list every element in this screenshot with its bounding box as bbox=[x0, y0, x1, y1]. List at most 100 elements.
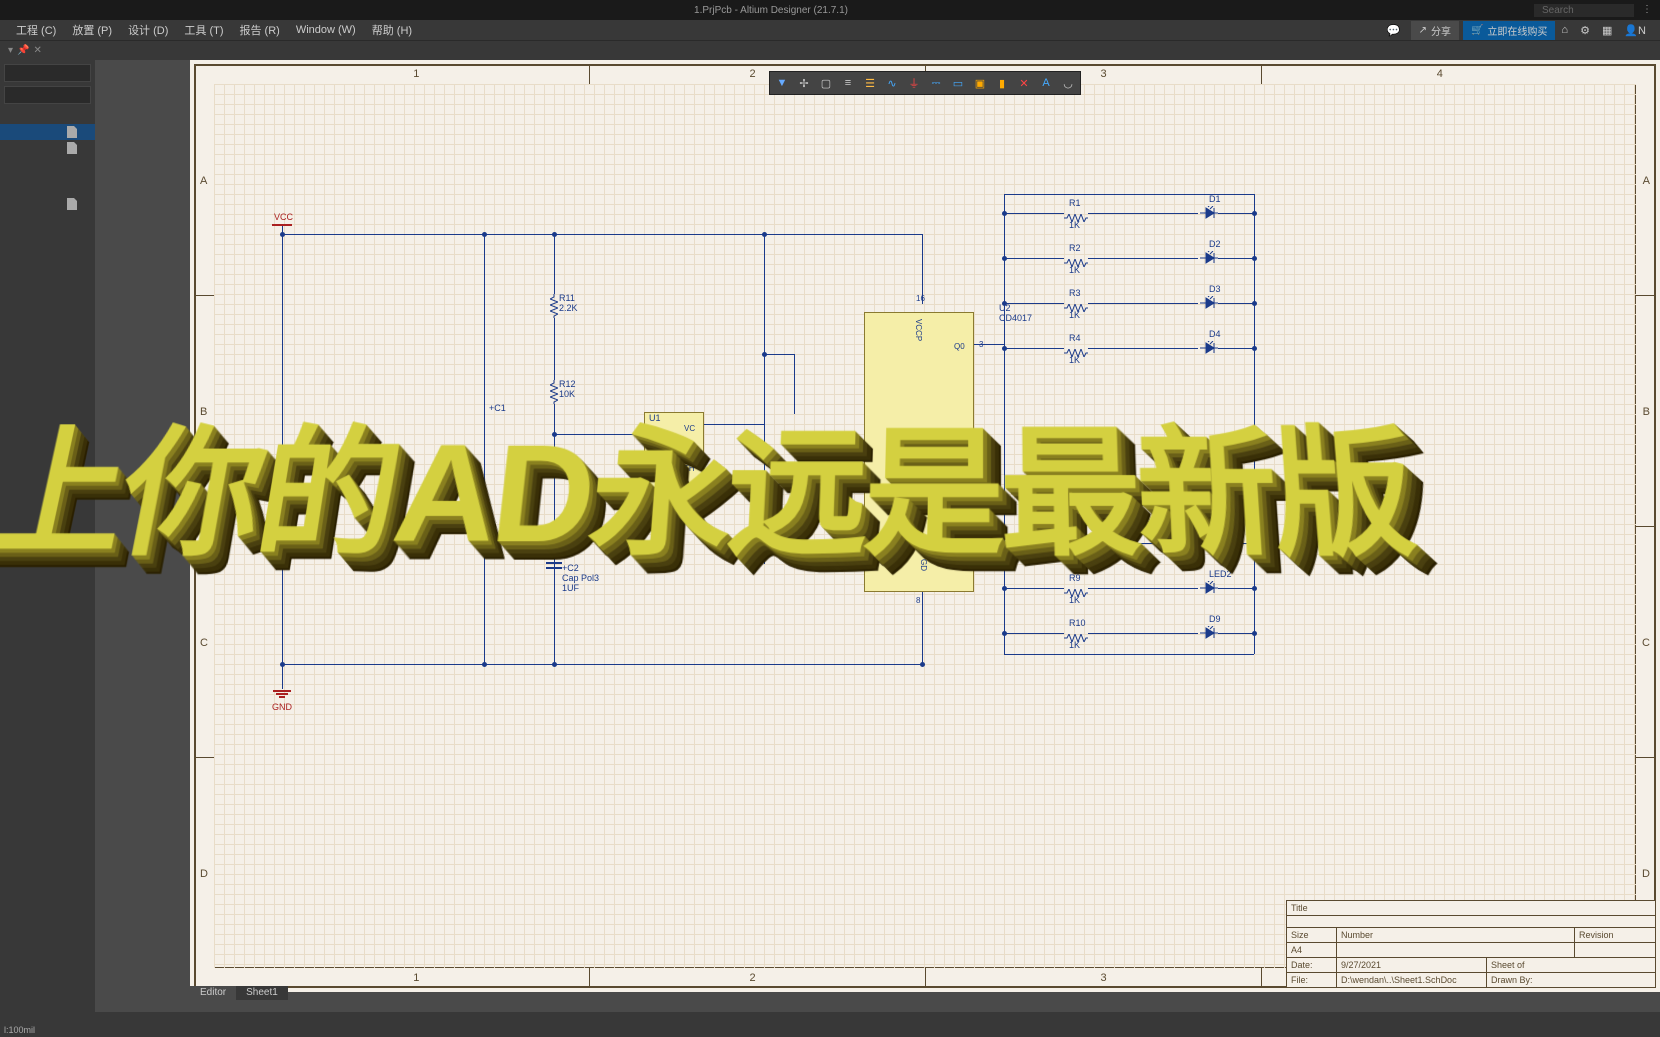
sheet-tab[interactable]: Sheet1 bbox=[236, 986, 288, 1000]
title-bar: 1.PrjPcb - Altium Designer (21.7.1) Sear… bbox=[0, 0, 1660, 20]
r-label: R4 bbox=[1069, 334, 1081, 344]
r12-label: R1210K bbox=[559, 380, 576, 400]
c1-label: +C1 bbox=[489, 404, 506, 414]
dropdown-icon[interactable]: ⋮ bbox=[1642, 4, 1652, 17]
resistor[interactable] bbox=[1064, 299, 1088, 307]
r-value-extra: 1K bbox=[1069, 509, 1080, 519]
coord-bot: 1 bbox=[413, 972, 419, 984]
led-label: D9 bbox=[1209, 615, 1221, 625]
list-icon[interactable]: ☰ bbox=[860, 74, 880, 92]
close-panel-icon[interactable]: ✕ bbox=[33, 45, 41, 56]
arc-icon[interactable]: ◡ bbox=[1058, 74, 1078, 92]
r11[interactable] bbox=[550, 294, 558, 318]
filter-icon[interactable]: ▼ bbox=[772, 74, 792, 92]
part-icon[interactable]: ▣ bbox=[970, 74, 990, 92]
coord-bot: 3 bbox=[1100, 972, 1106, 984]
coord-left: A bbox=[200, 175, 207, 187]
resistor[interactable] bbox=[1064, 209, 1088, 217]
r-value: 1K bbox=[1069, 551, 1080, 561]
coord-top: 2 bbox=[750, 68, 756, 80]
grid-icon[interactable]: ▦ bbox=[1596, 22, 1618, 39]
coord-right: A bbox=[1643, 175, 1650, 187]
r-value: 1K bbox=[1069, 311, 1080, 321]
r12[interactable] bbox=[550, 380, 558, 404]
schematic-sheet[interactable]: 1 2 3 4 1 2 3 4 A B C D A B C D bbox=[190, 60, 1660, 992]
pin-icon[interactable]: 📌 bbox=[17, 45, 29, 56]
r13[interactable] bbox=[605, 480, 613, 504]
menu-place[interactable]: 放置 (P) bbox=[64, 20, 120, 40]
home-icon[interactable]: ⌂ bbox=[1555, 22, 1574, 38]
tree-item[interactable] bbox=[0, 140, 95, 156]
coord-top: 4 bbox=[1437, 68, 1443, 80]
project-search-input[interactable] bbox=[4, 64, 91, 82]
status-bar: l:100mil bbox=[0, 1025, 1660, 1037]
u2-body[interactable] bbox=[864, 312, 974, 592]
menu-tools[interactable]: 工具 (T) bbox=[176, 20, 231, 40]
r-label: R9 bbox=[1069, 574, 1081, 584]
share-button[interactable]: ↗分享 bbox=[1411, 21, 1459, 40]
wire-icon[interactable]: ∿ bbox=[882, 74, 902, 92]
vcc-label: VCC bbox=[274, 212, 293, 222]
led-label: D8 bbox=[1209, 525, 1221, 535]
harness-icon[interactable]: ▮ bbox=[992, 74, 1012, 92]
led-label: D4 bbox=[1209, 330, 1221, 340]
led[interactable] bbox=[1198, 206, 1218, 220]
buy-button[interactable]: 🛒立即在线购买 bbox=[1463, 21, 1555, 40]
coord-left: C bbox=[200, 637, 208, 649]
tree-item[interactable] bbox=[0, 196, 95, 212]
editor-tabs: Editor Sheet1 bbox=[190, 986, 288, 1000]
led[interactable] bbox=[1198, 581, 1218, 595]
cursor-position: l:100mil bbox=[4, 1025, 35, 1037]
project-filter-input[interactable] bbox=[4, 86, 91, 104]
search-input[interactable]: Search bbox=[1534, 4, 1634, 17]
gnd-rail bbox=[282, 664, 922, 665]
led-label: D1 bbox=[1209, 195, 1221, 205]
c2-label: +C2Cap Pol31UF bbox=[562, 564, 599, 594]
move-icon[interactable]: ✢ bbox=[794, 74, 814, 92]
r-value: 1K bbox=[1069, 356, 1080, 366]
r-label: R8 bbox=[1069, 529, 1081, 539]
gnd-label: GND bbox=[272, 702, 292, 712]
menu-help[interactable]: 帮助 (H) bbox=[364, 20, 420, 40]
schematic-canvas[interactable]: VCC R112.2K R1210K +C1 R13 bbox=[214, 84, 1636, 968]
resistor[interactable] bbox=[1064, 254, 1088, 262]
noerc-icon[interactable]: ✕ bbox=[1014, 74, 1034, 92]
editor-tab[interactable]: Editor bbox=[190, 986, 236, 1000]
canvas-area: 1 2 3 4 1 2 3 4 A B C D A B C D bbox=[95, 60, 1660, 1012]
menu-report[interactable]: 报告 (R) bbox=[232, 20, 288, 40]
gear-icon[interactable]: ⚙ bbox=[1574, 22, 1596, 39]
text-icon[interactable]: A bbox=[1036, 74, 1056, 92]
coord-right: B bbox=[1643, 406, 1650, 418]
port-icon[interactable]: ▭ bbox=[948, 74, 968, 92]
menu-project[interactable]: 工程 (C) bbox=[8, 20, 64, 40]
menu-window[interactable]: Window (W) bbox=[288, 22, 364, 38]
r-value: 1K bbox=[1069, 596, 1080, 606]
tree-item-active[interactable] bbox=[0, 124, 95, 140]
led[interactable] bbox=[1198, 536, 1218, 550]
menu-design[interactable]: 设计 (D) bbox=[120, 20, 176, 40]
tab-dropdown-icon[interactable]: ▾ bbox=[8, 45, 13, 56]
user-icon[interactable]: 👤N bbox=[1618, 22, 1652, 39]
chat-icon[interactable]: 💬 bbox=[1381, 22, 1407, 39]
app-title: 1.PrjPcb - Altium Designer (21.7.1) bbox=[8, 5, 1534, 16]
led[interactable] bbox=[1198, 341, 1218, 355]
led[interactable] bbox=[1198, 296, 1218, 310]
rect-icon[interactable]: ▢ bbox=[816, 74, 836, 92]
r13-label: R13 bbox=[614, 480, 631, 490]
led-label: D2 bbox=[1209, 240, 1221, 250]
coord-bot: 2 bbox=[750, 972, 756, 984]
title-block: Title Size Number Revision A4 Date: 9/27… bbox=[1286, 900, 1656, 988]
resistor[interactable] bbox=[1064, 584, 1088, 592]
r-label: R2 bbox=[1069, 244, 1081, 254]
resistor[interactable] bbox=[1064, 344, 1088, 352]
led[interactable] bbox=[1198, 251, 1218, 265]
resistor[interactable] bbox=[1064, 629, 1088, 637]
r-label: R3 bbox=[1069, 289, 1081, 299]
coord-left: B bbox=[200, 406, 207, 418]
gnd-icon[interactable]: ⏚ bbox=[904, 74, 924, 92]
led[interactable] bbox=[1198, 626, 1218, 640]
align-icon[interactable]: ≡ bbox=[838, 74, 858, 92]
sec-bar: ▾ 📌 ✕ bbox=[0, 40, 1660, 60]
net-icon[interactable]: ⎓ bbox=[926, 74, 946, 92]
resistor[interactable] bbox=[1064, 539, 1088, 547]
